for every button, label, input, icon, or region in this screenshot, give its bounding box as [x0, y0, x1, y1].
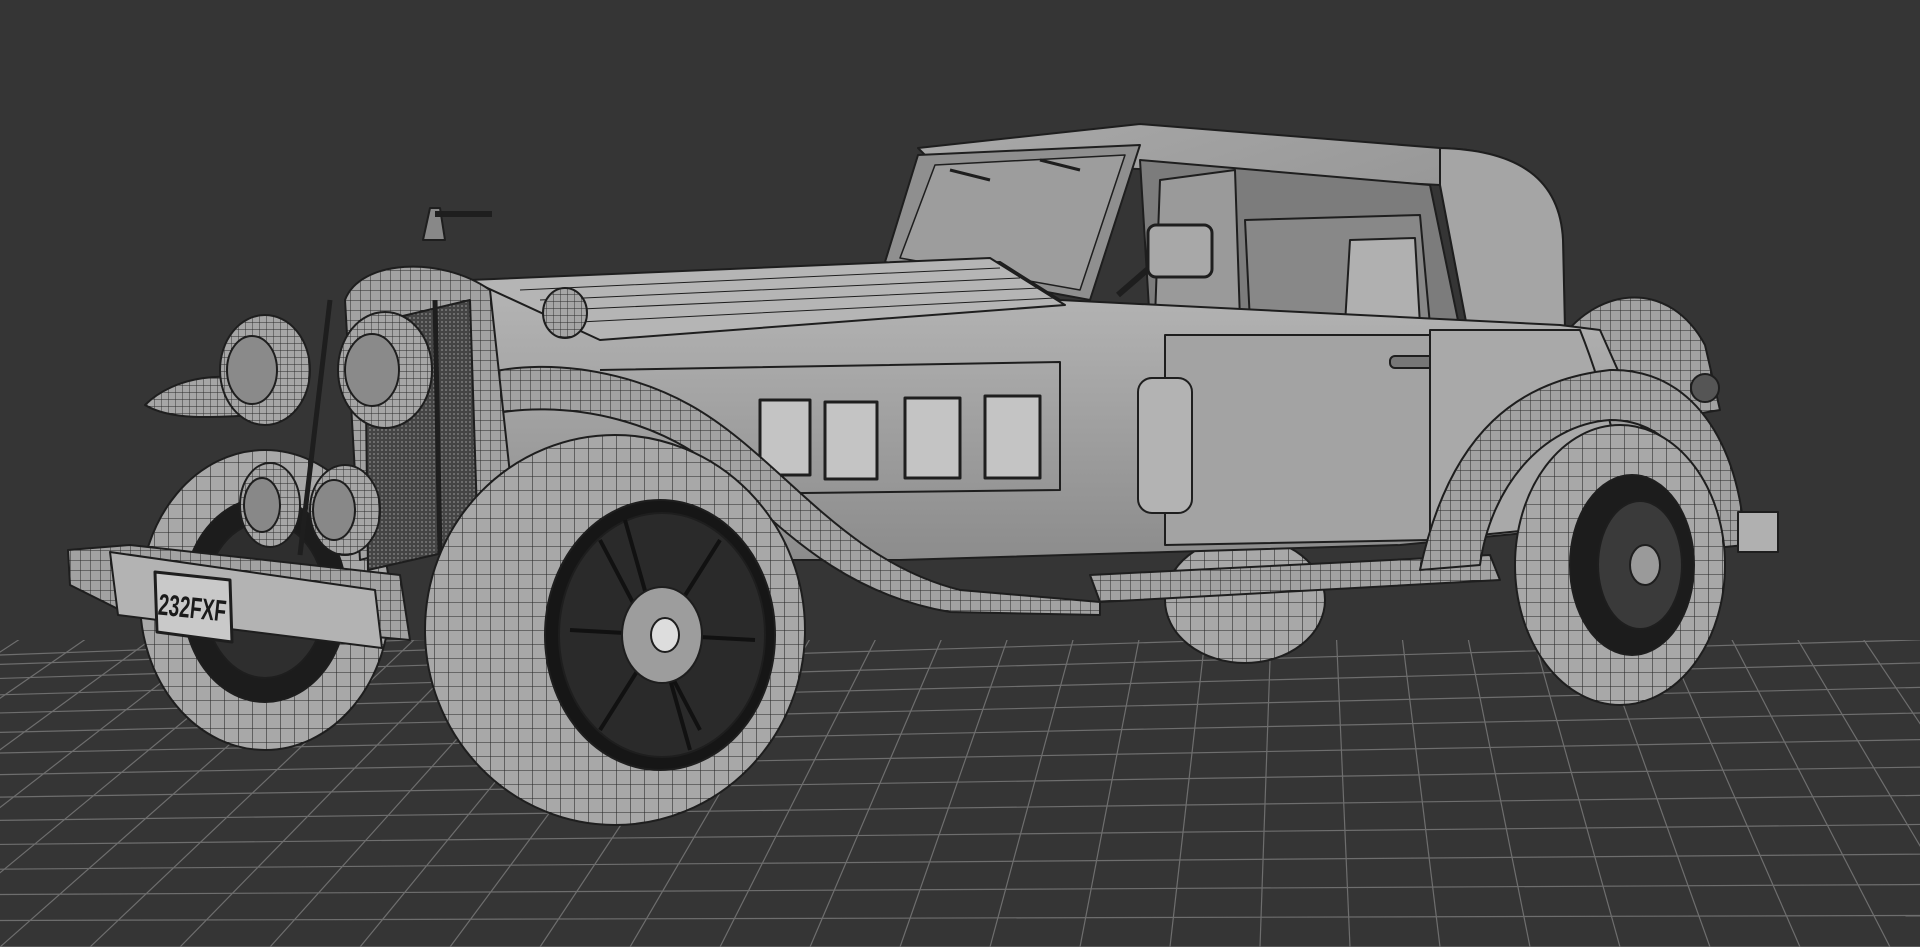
rear-far-wheel: [1164, 536, 1326, 664]
grid-line: [0, 766, 1920, 798]
grid-line: [1334, 614, 1351, 947]
grid-line: [0, 614, 121, 699]
front-near-wheel: [424, 434, 806, 826]
grid-line: [1259, 614, 1273, 947]
grid-line: [1169, 614, 1209, 947]
grid-line: [0, 883, 1920, 896]
grid-line: [1462, 614, 1531, 947]
grid-line: [1079, 614, 1145, 947]
rear-bumper: [1737, 511, 1779, 553]
viewport-scene: 232FXF: [0, 0, 1920, 947]
grid-line: [0, 823, 1920, 846]
grid-line: [1910, 614, 1920, 628]
grid-line: [0, 914, 1920, 922]
license-plate-text: 232FXF: [157, 589, 228, 629]
3d-viewport[interactable]: 232FXF: [0, 0, 1920, 947]
rear-near-wheel: [1514, 424, 1726, 706]
grid-line: [0, 853, 1920, 870]
license-plate: 232FXF: [153, 570, 234, 644]
grid-line: [809, 614, 953, 947]
grid-line: [1398, 614, 1441, 947]
grid-line: [0, 794, 1920, 821]
